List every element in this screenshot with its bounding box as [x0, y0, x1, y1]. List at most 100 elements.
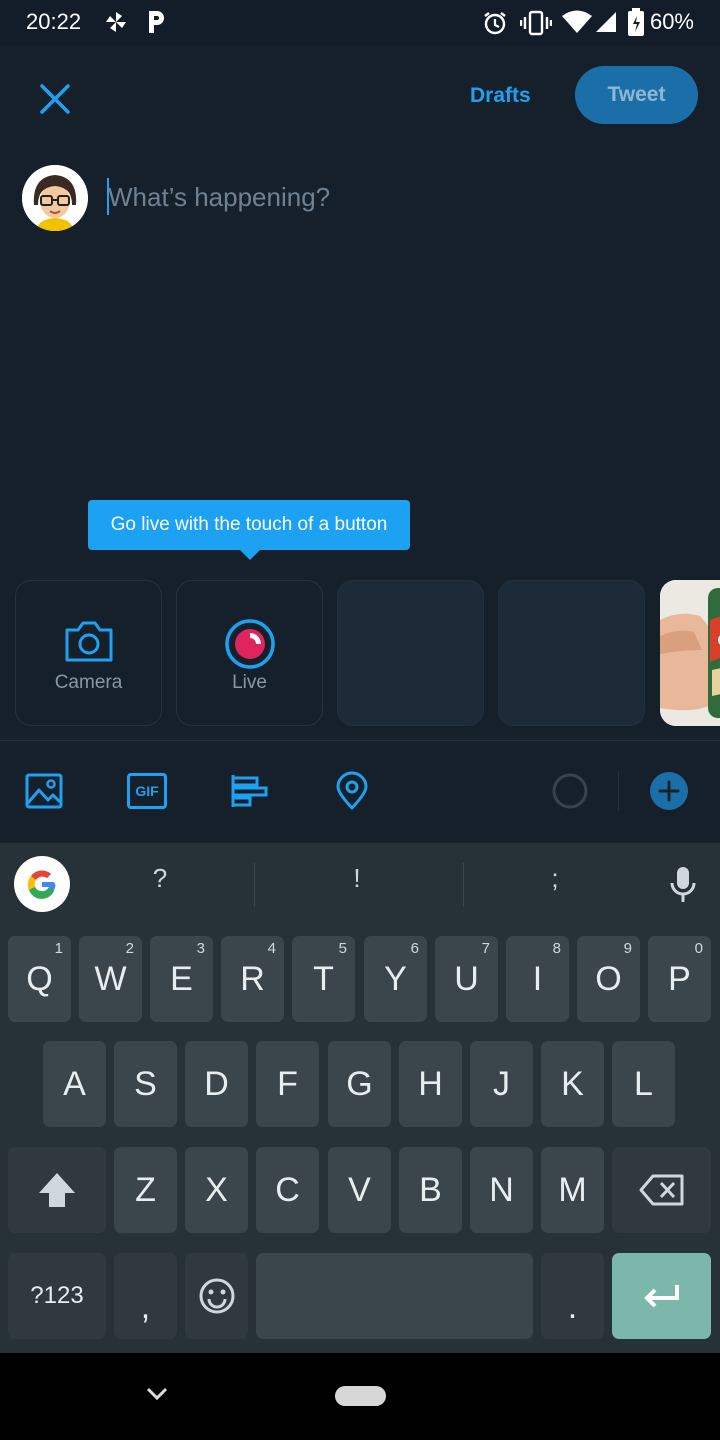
key-label: T	[313, 959, 334, 998]
key-s[interactable]: S	[114, 1041, 177, 1127]
camera-icon	[65, 621, 113, 662]
key-i[interactable]: I8	[506, 936, 569, 1022]
chevron-down-icon[interactable]	[144, 1385, 170, 1403]
key-z[interactable]: Z	[114, 1147, 177, 1233]
key-x[interactable]: X	[185, 1147, 248, 1233]
suggestion-2[interactable]: !	[337, 863, 377, 894]
live-tile[interactable]: Live	[176, 580, 323, 726]
key-p[interactable]: P0	[648, 936, 711, 1022]
tweet-text-input[interactable]: What’s happening?	[108, 182, 330, 213]
key-m[interactable]: M	[541, 1147, 604, 1233]
signal-icon	[596, 12, 616, 32]
tooltip-arrow	[240, 550, 260, 560]
compose-header: Drafts Tweet	[0, 46, 720, 150]
toolbar-divider	[618, 771, 619, 811]
key-label: W	[94, 959, 127, 998]
photo-thumbnail-image	[660, 580, 720, 726]
close-icon[interactable]	[38, 82, 72, 116]
key-r[interactable]: R4	[221, 936, 284, 1022]
key-j[interactable]: J	[470, 1041, 533, 1127]
key-label: R	[240, 959, 265, 998]
gallery-placeholder-tile[interactable]	[498, 580, 645, 726]
key-hint: 8	[552, 940, 561, 957]
key-label: E	[170, 959, 193, 998]
avatar-illustration-icon	[22, 165, 88, 231]
poll-icon[interactable]	[229, 771, 269, 811]
tweet-button[interactable]: Tweet	[575, 66, 698, 124]
suggestion-divider	[254, 863, 255, 907]
battery-icon	[628, 8, 644, 36]
live-icon	[225, 619, 275, 669]
live-label: Live	[232, 672, 267, 693]
p-icon	[149, 11, 164, 33]
vibrate-icon	[520, 10, 552, 36]
emoji-icon	[199, 1278, 234, 1314]
shift-icon	[39, 1173, 75, 1207]
key-y[interactable]: Y6	[364, 936, 427, 1022]
key-label: I	[532, 959, 543, 998]
drafts-button[interactable]: Drafts	[470, 84, 531, 108]
symbols-key[interactable]: ?123	[8, 1253, 106, 1339]
key-q[interactable]: Q1	[8, 936, 71, 1022]
key-v[interactable]: V	[328, 1147, 391, 1233]
key-k[interactable]: K	[541, 1041, 604, 1127]
key-d[interactable]: D	[185, 1041, 248, 1127]
key-e[interactable]: E3	[150, 936, 213, 1022]
key-b[interactable]: B	[399, 1147, 462, 1233]
home-pill[interactable]	[335, 1386, 386, 1406]
location-icon[interactable]	[332, 771, 372, 811]
backspace-key[interactable]	[612, 1147, 711, 1233]
status-bar: 20:22 60%	[0, 0, 720, 46]
key-label: Y	[384, 959, 407, 998]
key-l[interactable]: L	[612, 1041, 675, 1127]
key-hint: 5	[338, 940, 347, 957]
key-a[interactable]: A	[43, 1041, 106, 1127]
key-c[interactable]: C	[256, 1147, 319, 1233]
go-live-tooltip[interactable]: Go live with the touch of a button	[88, 500, 410, 550]
key-g[interactable]: G	[328, 1041, 391, 1127]
key-u[interactable]: U7	[435, 936, 498, 1022]
key-t[interactable]: T5	[292, 936, 355, 1022]
key-hint: 0	[694, 940, 703, 957]
key-w[interactable]: W2	[79, 936, 142, 1022]
key-n[interactable]: N	[470, 1147, 533, 1233]
gallery-placeholder-tile[interactable]	[337, 580, 484, 726]
key-label: Q	[26, 959, 53, 998]
suggestion-3[interactable]: ;	[535, 863, 575, 894]
period-key[interactable]: .	[541, 1253, 604, 1339]
key-label: O	[595, 959, 622, 998]
gif-button[interactable]: GIF	[127, 773, 167, 809]
enter-icon	[643, 1285, 679, 1308]
enter-key[interactable]	[612, 1253, 711, 1339]
wifi-icon	[562, 10, 592, 33]
camera-tile[interactable]: Camera	[15, 580, 162, 726]
google-icon[interactable]	[14, 856, 70, 912]
spacebar[interactable]	[256, 1253, 533, 1339]
microphone-icon[interactable]	[670, 865, 696, 903]
image-icon[interactable]	[24, 771, 64, 811]
key-label: P	[668, 959, 691, 998]
compose-toolbar: GIF	[0, 740, 720, 843]
avatar[interactable]	[22, 165, 88, 231]
backspace-icon	[639, 1174, 683, 1206]
key-label: U	[454, 959, 479, 998]
key-hint: 3	[196, 940, 205, 957]
navigation-bar	[0, 1353, 720, 1440]
key-h[interactable]: H	[399, 1041, 462, 1127]
emoji-key[interactable]	[185, 1253, 248, 1339]
compose-area: What’s happening? Go live with the touch…	[0, 150, 720, 740]
comma-key[interactable]: ,	[114, 1253, 177, 1339]
key-f[interactable]: F	[256, 1041, 319, 1127]
add-thread-icon[interactable]	[649, 771, 689, 811]
key-hint: 2	[125, 940, 134, 957]
suggestion-divider	[463, 863, 464, 907]
key-hint: 9	[623, 940, 632, 957]
key-o[interactable]: O9	[577, 936, 640, 1022]
gif-icon: GIF	[135, 783, 159, 799]
camera-label: Camera	[54, 672, 123, 693]
shift-key[interactable]	[8, 1147, 106, 1233]
gallery-photo-thumbnail[interactable]	[660, 580, 720, 726]
suggestion-1[interactable]: ?	[140, 863, 180, 894]
key-hint: 1	[54, 940, 63, 957]
key-hint: 4	[267, 940, 276, 957]
